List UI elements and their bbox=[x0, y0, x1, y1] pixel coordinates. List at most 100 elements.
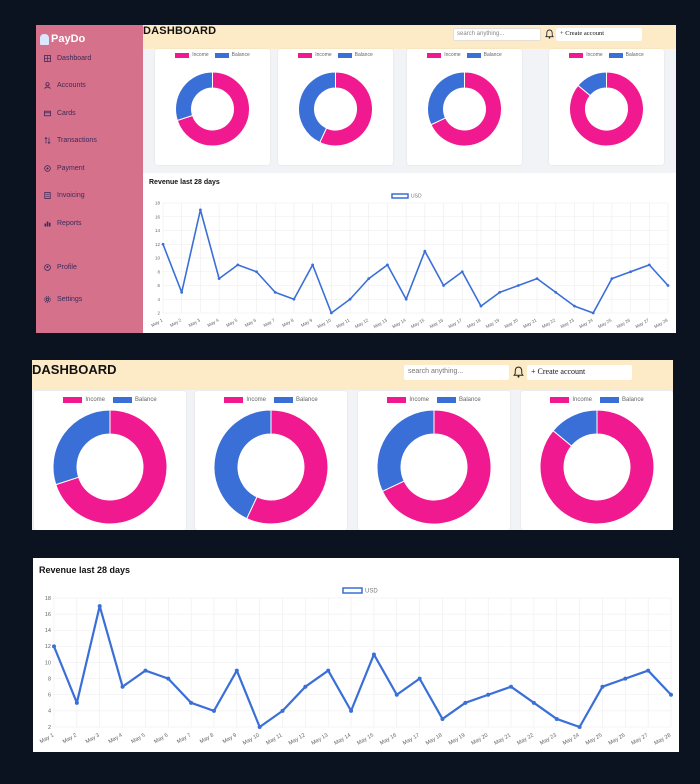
data-point[interactable] bbox=[573, 304, 576, 308]
x-tick-label: May 5 bbox=[130, 733, 146, 746]
brand-logo[interactable]: PayDo bbox=[40, 33, 85, 45]
data-point[interactable] bbox=[423, 249, 427, 253]
data-point[interactable] bbox=[311, 263, 315, 267]
y-tick-label: 18 bbox=[45, 596, 51, 602]
donut-slice-balance[interactable] bbox=[52, 409, 111, 486]
income-balance-donut bbox=[52, 409, 168, 525]
data-point[interactable] bbox=[161, 242, 165, 246]
sidebar-item-settings[interactable]: Settings bbox=[44, 292, 82, 306]
x-tick-label: May 28 bbox=[653, 733, 672, 747]
create-account-button[interactable]: + Create account bbox=[527, 365, 632, 380]
data-point[interactable] bbox=[440, 716, 445, 721]
data-point[interactable] bbox=[600, 684, 605, 689]
data-point[interactable] bbox=[577, 725, 582, 729]
data-point[interactable] bbox=[498, 290, 502, 294]
x-tick-label: May 15 bbox=[410, 317, 426, 329]
data-point[interactable] bbox=[371, 652, 376, 657]
donut-card: Income Balance bbox=[521, 391, 673, 530]
sidebar-item-invoicing[interactable]: Invoicing bbox=[44, 188, 85, 202]
sidebar-item-label: Dashboard bbox=[57, 54, 92, 62]
data-point[interactable] bbox=[349, 708, 354, 713]
data-point[interactable] bbox=[257, 725, 262, 729]
data-point[interactable] bbox=[394, 692, 399, 697]
data-point[interactable] bbox=[666, 284, 670, 287]
x-tick-label: May 16 bbox=[379, 733, 398, 747]
data-point[interactable] bbox=[52, 644, 56, 649]
sidebar-item-transactions[interactable]: Transactions bbox=[44, 133, 97, 147]
donut-slice-balance[interactable] bbox=[175, 71, 213, 122]
data-point[interactable] bbox=[180, 290, 184, 294]
data-point[interactable] bbox=[509, 684, 514, 689]
x-tick-label: May 13 bbox=[311, 733, 330, 747]
data-point[interactable] bbox=[460, 270, 464, 274]
x-tick-label: May 28 bbox=[653, 317, 669, 329]
data-point[interactable] bbox=[143, 668, 148, 673]
data-point[interactable] bbox=[591, 311, 595, 315]
data-point[interactable] bbox=[669, 692, 673, 697]
data-point[interactable] bbox=[531, 700, 536, 705]
data-point[interactable] bbox=[189, 700, 194, 705]
sidebar-item-cards[interactable]: Cards bbox=[44, 106, 76, 120]
bell-icon[interactable] bbox=[545, 29, 554, 39]
y-tick-label: 8 bbox=[157, 269, 160, 274]
legend-item-usd[interactable]: USD bbox=[342, 587, 378, 595]
sidebar: PayDo Dashboard Accounts Cards Transactions… bbox=[36, 25, 143, 333]
data-point[interactable] bbox=[348, 297, 352, 301]
data-point[interactable] bbox=[623, 676, 628, 681]
sidebar-item-profile[interactable]: Profile bbox=[44, 260, 77, 274]
data-point[interactable] bbox=[166, 676, 171, 681]
data-point[interactable] bbox=[516, 284, 520, 287]
y-tick-label: 12 bbox=[155, 242, 161, 247]
donut-slice-balance[interactable] bbox=[427, 71, 465, 126]
data-point[interactable] bbox=[120, 684, 125, 689]
donut-slice-balance[interactable] bbox=[376, 409, 435, 492]
sidebar-item-accounts[interactable]: Accounts bbox=[44, 78, 86, 92]
data-point[interactable] bbox=[554, 290, 558, 294]
data-point[interactable] bbox=[211, 708, 216, 713]
data-point[interactable] bbox=[554, 716, 559, 721]
data-point[interactable] bbox=[442, 284, 445, 287]
data-point[interactable] bbox=[292, 297, 296, 301]
data-point[interactable] bbox=[535, 277, 539, 281]
data-point[interactable] bbox=[199, 208, 202, 212]
x-tick-label: May 11 bbox=[336, 317, 351, 329]
data-point[interactable] bbox=[326, 668, 331, 673]
data-point[interactable] bbox=[367, 277, 371, 281]
x-tick-label: May 14 bbox=[391, 317, 407, 329]
data-point[interactable] bbox=[479, 304, 483, 308]
data-point[interactable] bbox=[97, 604, 102, 609]
x-tick-label: May 27 bbox=[631, 733, 650, 747]
data-point[interactable] bbox=[417, 676, 422, 681]
x-tick-label: May 4 bbox=[108, 733, 124, 746]
data-point[interactable] bbox=[486, 692, 491, 697]
sidebar-item-reports[interactable]: Reports bbox=[44, 216, 82, 230]
data-point[interactable] bbox=[280, 708, 285, 713]
x-tick-label: May 7 bbox=[263, 317, 277, 328]
data-point[interactable] bbox=[386, 263, 389, 267]
search-input[interactable]: search anything... bbox=[404, 365, 509, 380]
data-point[interactable] bbox=[647, 263, 651, 267]
sidebar-item-payment[interactable]: Payment bbox=[44, 161, 85, 175]
data-point[interactable] bbox=[303, 684, 308, 689]
data-point[interactable] bbox=[74, 700, 79, 705]
bell-icon[interactable] bbox=[513, 366, 524, 378]
sidebar-item-dashboard[interactable]: Dashboard bbox=[44, 51, 91, 65]
data-point[interactable] bbox=[255, 270, 258, 274]
data-point[interactable] bbox=[404, 297, 408, 301]
data-point[interactable] bbox=[629, 270, 632, 274]
y-tick-label: 10 bbox=[155, 256, 161, 261]
data-point[interactable] bbox=[646, 668, 651, 673]
data-point[interactable] bbox=[329, 311, 333, 315]
data-point[interactable] bbox=[463, 700, 468, 705]
sidebar-item-label: Reports bbox=[57, 219, 82, 227]
search-input[interactable]: search anything... bbox=[453, 28, 541, 41]
bar-chart-icon bbox=[44, 221, 51, 226]
sidebar-item-label: Settings bbox=[57, 295, 83, 303]
data-point[interactable] bbox=[273, 290, 277, 294]
create-account-button[interactable]: + Create account bbox=[556, 28, 642, 41]
legend-item-usd[interactable]: USD bbox=[391, 193, 422, 200]
data-point[interactable] bbox=[234, 668, 239, 673]
data-point[interactable] bbox=[610, 277, 614, 281]
data-point[interactable] bbox=[236, 263, 240, 267]
data-point[interactable] bbox=[217, 277, 221, 281]
